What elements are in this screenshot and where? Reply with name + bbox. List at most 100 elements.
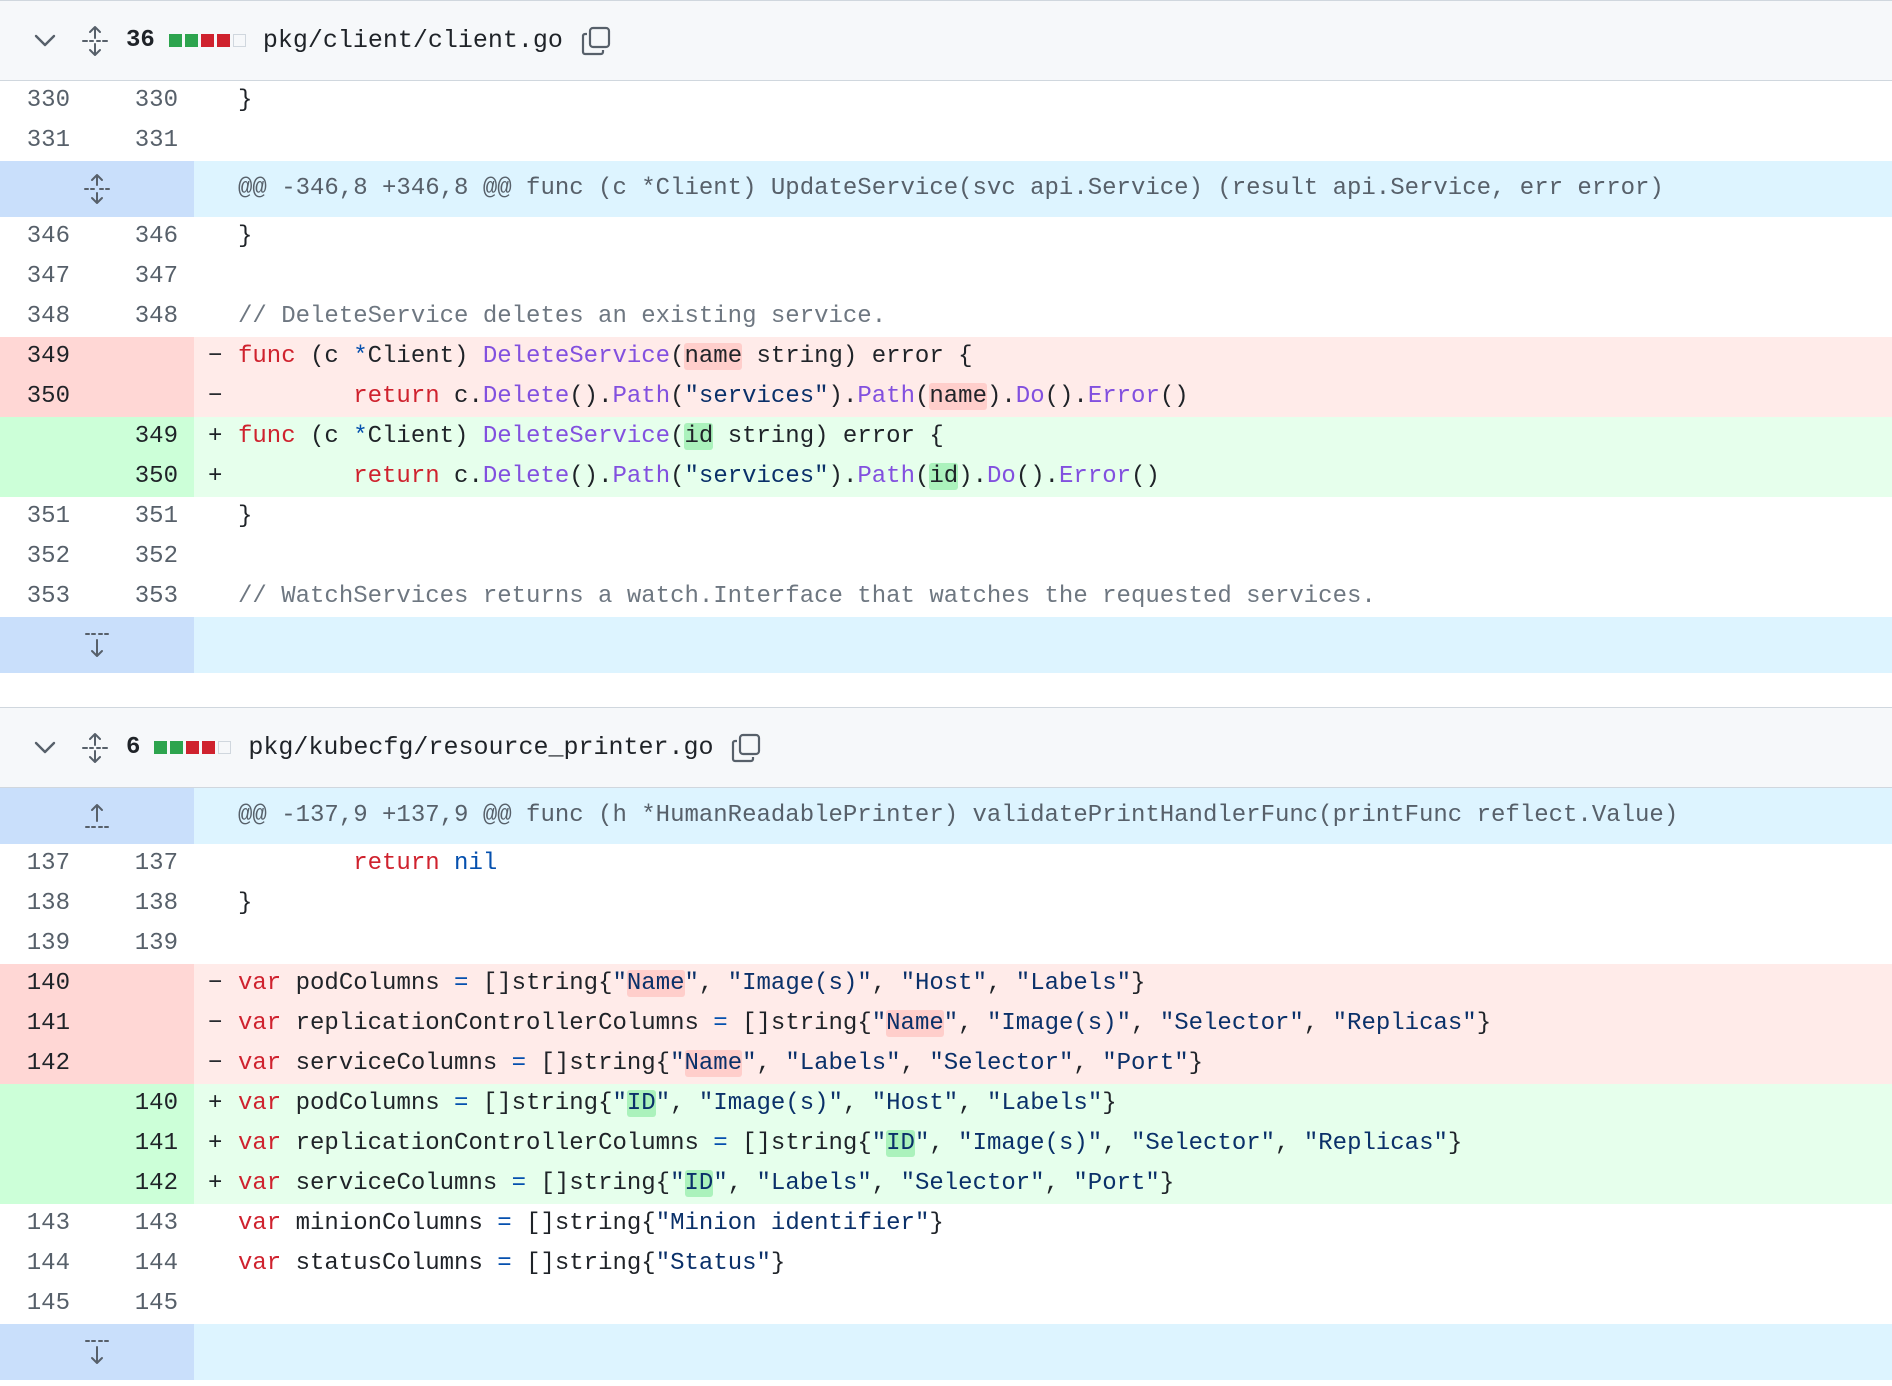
chevron-down-icon[interactable] [30, 26, 60, 56]
diff-row: 331 331 [0, 121, 1892, 161]
old-line-number[interactable]: 351 [0, 497, 94, 537]
code-line: − var replicationControllerColumns = []st… [194, 1004, 1892, 1044]
chevron-down-icon[interactable] [30, 733, 60, 763]
unfold-icon[interactable] [78, 24, 112, 58]
new-line-number[interactable]: 145 [94, 1284, 194, 1324]
old-line-number[interactable] [0, 1084, 94, 1124]
diffstat-neutral-block [218, 741, 232, 754]
expand-up-icon[interactable] [0, 788, 194, 844]
code-text: // DeleteService deletes an existing ser… [238, 303, 887, 330]
code-line: + return c.Delete().Path("services").Pat… [194, 457, 1892, 497]
new-line-number[interactable]: 352 [94, 537, 194, 577]
old-line-number[interactable]: 145 [0, 1284, 94, 1324]
new-line-number[interactable]: 144 [94, 1244, 194, 1284]
old-line-number[interactable]: 347 [0, 257, 94, 297]
diff-row-added: 141 + var replicationControllerColumns = … [0, 1124, 1892, 1164]
old-line-number[interactable] [0, 417, 94, 457]
new-line-number[interactable]: 346 [94, 217, 194, 257]
new-line-number[interactable] [94, 1004, 194, 1044]
code-line: − return c.Delete().Path("services").Pat… [194, 377, 1892, 417]
old-line-number[interactable]: 348 [0, 297, 94, 337]
diff-row: 143 143 var minionColumns = []string{"Mi… [0, 1204, 1892, 1244]
new-line-number[interactable]: 142 [94, 1164, 194, 1204]
code-text: } [238, 223, 253, 250]
old-line-number[interactable]: 141 [0, 1004, 94, 1044]
diff-row-added: 349 + func (c *Client) DeleteService(id s… [0, 417, 1892, 457]
old-line-number[interactable]: 140 [0, 964, 94, 1004]
new-line-number[interactable] [94, 337, 194, 377]
new-line-number[interactable]: 139 [94, 924, 194, 964]
new-line-number[interactable]: 138 [94, 884, 194, 924]
new-line-number[interactable]: 331 [94, 121, 194, 161]
diffstat-deleted-block [186, 741, 200, 754]
diff-row-added: 142 + var serviceColumns = []string{"ID",… [0, 1164, 1892, 1204]
new-line-number[interactable]: 140 [94, 1084, 194, 1124]
code-text: } [238, 890, 253, 917]
old-line-number[interactable]: 144 [0, 1244, 94, 1284]
new-line-number[interactable]: 143 [94, 1204, 194, 1244]
diff-table: 330 330 } 331 331 @@ -346,8 +346,8 @@ fu… [0, 81, 1892, 673]
old-line-number[interactable]: 346 [0, 217, 94, 257]
diff-row-deleted: 142 − var serviceColumns = []string{"Name… [0, 1044, 1892, 1084]
old-line-number[interactable]: 138 [0, 884, 94, 924]
new-line-number[interactable]: 347 [94, 257, 194, 297]
copy-icon[interactable] [579, 24, 613, 58]
old-line-number[interactable]: 350 [0, 377, 94, 417]
diff-row: 139 139 [0, 924, 1892, 964]
code-line: + var podColumns = []string{"ID", "Image(… [194, 1084, 1892, 1124]
code-line: return nil [194, 844, 1892, 884]
diffstat-neutral-block [232, 34, 246, 47]
hunk-header: @@ -346,8 +346,8 @@ func (c *Client) Upd… [194, 161, 1892, 217]
diff-row: 348 348 // DeleteService deletes an exis… [0, 297, 1892, 337]
new-line-number[interactable]: 348 [94, 297, 194, 337]
old-line-number[interactable] [0, 1124, 94, 1164]
new-line-number[interactable] [94, 1044, 194, 1084]
diff-row: 138 138 } [0, 884, 1892, 924]
old-line-number[interactable]: 137 [0, 844, 94, 884]
code-text: var replicationControllerColumns = []str… [238, 1130, 1463, 1157]
file-path[interactable]: pkg/kubecfg/resource_printer.go [248, 733, 713, 762]
file-path[interactable]: pkg/client/client.go [263, 26, 563, 55]
diff-row: 144 144 var statusColumns = []string{"St… [0, 1244, 1892, 1284]
code-line: + func (c *Client) DeleteService(id strin… [194, 417, 1892, 457]
changed-lines-count: 6 [126, 734, 141, 761]
new-line-number[interactable]: 330 [94, 81, 194, 121]
new-line-number[interactable]: 351 [94, 497, 194, 537]
diffstat [168, 34, 249, 47]
code-line: var statusColumns = []string{"Status"} [194, 1244, 1892, 1284]
new-line-number[interactable]: 349 [94, 417, 194, 457]
old-line-number[interactable]: 142 [0, 1044, 94, 1084]
unfold-icon[interactable] [78, 731, 112, 765]
expand-icon[interactable] [0, 161, 194, 217]
expand-row-filler [194, 617, 1892, 673]
new-line-number[interactable]: 350 [94, 457, 194, 497]
old-line-number[interactable] [0, 1164, 94, 1204]
old-line-number[interactable]: 353 [0, 577, 94, 617]
code-line: // WatchServices returns a watch.Interfa… [194, 577, 1892, 617]
old-line-number[interactable] [0, 457, 94, 497]
new-line-number[interactable]: 353 [94, 577, 194, 617]
diff-row: 353 353 // WatchServices returns a watch… [0, 577, 1892, 617]
old-line-number[interactable]: 143 [0, 1204, 94, 1244]
diffstat-deleted-block [202, 741, 216, 754]
new-line-number[interactable]: 141 [94, 1124, 194, 1164]
old-line-number[interactable]: 139 [0, 924, 94, 964]
copy-icon[interactable] [729, 731, 763, 765]
diff-row: 137 137 return nil [0, 844, 1892, 884]
new-line-number[interactable] [94, 377, 194, 417]
expand-down-icon[interactable] [0, 1324, 194, 1380]
expand-down-row [0, 617, 1892, 673]
diff-file: 36 pkg/client/client.go 330 330 } 331 33… [0, 0, 1892, 673]
old-line-number[interactable]: 330 [0, 81, 94, 121]
old-line-number[interactable]: 349 [0, 337, 94, 377]
expand-down-icon[interactable] [0, 617, 194, 673]
code-text: return nil [353, 850, 498, 877]
old-line-number[interactable]: 331 [0, 121, 94, 161]
old-line-number[interactable]: 352 [0, 537, 94, 577]
code-line: var minionColumns = []string{"Minion ide… [194, 1204, 1892, 1244]
hunk-header-row: @@ -346,8 +346,8 @@ func (c *Client) Upd… [0, 161, 1892, 217]
code-text: return c.Delete().Path("services").Path(… [353, 383, 1189, 410]
new-line-number[interactable]: 137 [94, 844, 194, 884]
new-line-number[interactable] [94, 964, 194, 1004]
